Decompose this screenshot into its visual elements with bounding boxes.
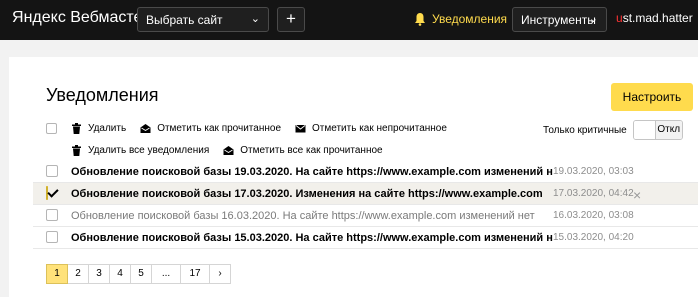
mark-read-action[interactable]: Отметить как прочитанное	[140, 123, 281, 134]
page-title: Уведомления	[46, 85, 159, 105]
row-checkbox-wrapper	[46, 185, 60, 201]
tools-label: Инструменты	[521, 13, 596, 27]
settings-button[interactable]: Настроить	[611, 83, 693, 111]
select-all-checkbox[interactable]	[46, 122, 57, 134]
critical-only-toggle[interactable]: Откл	[632, 120, 683, 140]
notification-text[interactable]: Обновление поисковой базы 19.03.2020. На…	[71, 166, 553, 178]
notification-date: 17.03.2020, 04:42	[553, 188, 634, 199]
toolbar-row-2: Удалить все уведомления Отметить все как…	[71, 142, 383, 158]
notification-row[interactable]: Обновление поисковой базы 16.03.2020. На…	[33, 205, 698, 227]
chevron-down-icon: ⌄	[588, 13, 598, 25]
critical-only-label: Только критичные	[543, 124, 627, 136]
site-select-label: Выбрать сайт	[146, 13, 223, 27]
pagination: 1 2 3 4 5 ... 17 ›	[46, 264, 231, 284]
brand-first-letter: Я	[12, 9, 24, 26]
critical-only-filter: Только критичные Откл	[543, 120, 683, 140]
mark-unread-action[interactable]: Отметить как непрочитанное	[295, 123, 447, 134]
page-button[interactable]: 2	[67, 264, 89, 284]
row-checkbox-wrapper	[46, 164, 60, 179]
notification-text[interactable]: Обновление поисковой базы 17.03.2020. Из…	[71, 188, 553, 200]
page-button[interactable]: 4	[109, 264, 131, 284]
notification-row[interactable]: Обновление поисковой базы 17.03.2020. Из…	[33, 183, 698, 205]
notification-row[interactable]: Обновление поисковой базы 19.03.2020. На…	[33, 161, 698, 183]
mark-all-read-label: Отметить все как прочитанное	[240, 144, 383, 156]
notification-date: 16.03.2020, 03:08	[553, 210, 634, 221]
bell-icon	[415, 13, 425, 26]
toolbar-row-1: Удалить Отметить как прочитанное Отметит…	[46, 120, 447, 136]
notifications-link[interactable]: Уведомления	[414, 9, 507, 29]
page-button[interactable]: 3	[88, 264, 110, 284]
notifications-label: Уведомления	[432, 12, 508, 26]
closed-envelope-icon	[295, 124, 306, 132]
row-checkbox[interactable]	[46, 164, 58, 177]
row-checkbox-wrapper	[46, 230, 60, 245]
notification-date: 19.03.2020, 03:03	[553, 166, 634, 177]
trash-icon	[72, 122, 81, 134]
brand-text: ндекс Вебмастер	[23, 9, 152, 26]
notifications-list: Обновление поисковой базы 19.03.2020. На…	[33, 161, 698, 249]
notifications-card: Уведомления Настроить Удалить Отметить к…	[9, 57, 698, 297]
notification-row[interactable]: Обновление поисковой базы 15.03.2020. На…	[33, 227, 698, 249]
row-checkbox[interactable]	[46, 230, 58, 243]
delete-label: Удалить	[88, 122, 127, 134]
toggle-knob	[633, 121, 656, 139]
brand-logo[interactable]: Яндекс Вебмастер	[12, 9, 151, 27]
notification-text[interactable]: Обновление поисковой базы 15.03.2020. На…	[71, 232, 553, 244]
tools-dropdown[interactable]: Инструменты ⌄	[512, 7, 607, 32]
mark-all-read-action[interactable]: Отметить все как прочитанное	[223, 144, 383, 156]
page-button[interactable]: 5	[130, 264, 152, 284]
row-checkbox-wrapper	[46, 208, 60, 223]
chevron-down-icon: ⌄	[250, 13, 260, 25]
top-header: Яндекс Вебмастер Выбрать сайт ⌄ + Уведом…	[0, 0, 698, 40]
username-first-letter: u	[616, 11, 623, 25]
open-envelope-icon	[140, 123, 151, 133]
delete-all-action[interactable]: Удалить все уведомления	[71, 144, 210, 156]
user-menu[interactable]: ust.mad.hatter	[616, 11, 693, 25]
next-page-button[interactable]: ›	[209, 264, 231, 284]
notification-date: 15.03.2020, 04:20	[553, 232, 634, 243]
add-site-button[interactable]: +	[277, 7, 305, 32]
site-select[interactable]: Выбрать сайт ⌄	[137, 7, 269, 32]
mark-read-label: Отметить как прочитанное	[157, 122, 282, 134]
username: st.mad.hatter	[622, 11, 693, 25]
row-checkbox[interactable]	[46, 208, 58, 221]
open-envelope-icon	[223, 145, 234, 155]
notification-text[interactable]: Обновление поисковой базы 16.03.2020. На…	[71, 210, 553, 222]
trash-icon	[72, 144, 81, 156]
page-ellipsis: ...	[151, 264, 181, 284]
close-icon[interactable]: ×	[633, 187, 641, 203]
row-checkbox[interactable]	[46, 185, 48, 200]
delete-all-label: Удалить все уведомления	[88, 144, 210, 156]
mark-unread-label: Отметить как непрочитанное	[312, 122, 447, 134]
page-button[interactable]: 17	[180, 264, 210, 284]
toggle-off-label: Откл	[655, 121, 682, 139]
delete-action[interactable]: Удалить	[71, 122, 127, 134]
page-button[interactable]: 1	[46, 264, 68, 284]
